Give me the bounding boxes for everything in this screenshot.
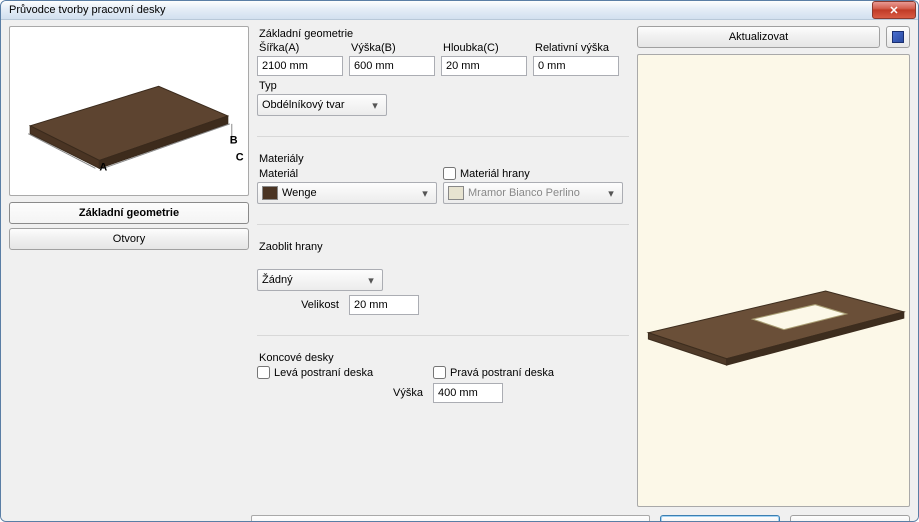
close-button[interactable]: ✕ <box>872 1 916 19</box>
nav-geometry-label: Základní geometrie <box>79 207 179 219</box>
material-value: Wenge <box>282 187 317 199</box>
left-panel-label: Levá postraní deska <box>274 367 373 379</box>
titlebar: Průvodce tvorby pracovní desky ✕ <box>1 1 918 20</box>
chevron-down-icon: ▾ <box>604 187 618 200</box>
main-area: A B C Základní geometrie Otvory <box>9 26 910 507</box>
chevron-down-icon: ▾ <box>368 99 382 112</box>
update-button-label: Aktualizovat <box>729 31 788 43</box>
middle-column: Základní geometrie Šířka(A) Výška(B) <box>257 26 629 507</box>
selected-worktop-field[interactable]: Worktop_002 <box>251 515 650 522</box>
materials-group: Materiály Materiál Wenge ▾ <box>257 151 629 216</box>
left-panel-checkbox[interactable] <box>257 366 270 379</box>
material-label: Materiál <box>259 168 437 180</box>
edge-material-value: Mramor Bianco Perlino <box>468 187 580 199</box>
edge-material-checkbox[interactable] <box>443 167 456 180</box>
rounding-title: Zaoblit hrany <box>259 241 629 253</box>
endpanel-height-label: Výška <box>257 387 427 399</box>
ok-button[interactable]: OK <box>660 515 780 522</box>
material-swatch-icon <box>262 186 278 200</box>
close-icon: ✕ <box>889 4 898 17</box>
left-column: A B C Základní geometrie Otvory <box>9 26 249 507</box>
right-panel-checkbox[interactable] <box>433 366 446 379</box>
edge-swatch-icon <box>448 186 464 200</box>
rounding-group: Zaoblit hrany Žádný ▾ Velikost <box>257 239 629 327</box>
chevron-down-icon: ▾ <box>418 187 432 200</box>
divider <box>257 136 629 137</box>
nav-geometry-button[interactable]: Základní geometrie <box>9 202 249 224</box>
materials-title: Materiály <box>259 153 629 165</box>
geometry-group: Základní geometrie Šířka(A) Výška(B) <box>257 26 629 128</box>
edge-material-checkbox-label: Materiál hrany <box>460 168 530 180</box>
chevron-down-icon: ▾ <box>364 274 378 287</box>
right-panel-label: Pravá postraní deska <box>450 367 554 379</box>
rounding-mode-value: Žádný <box>262 274 293 286</box>
rounding-size-input[interactable] <box>349 295 419 315</box>
type-value: Obdélníkový tvar <box>262 99 345 111</box>
rel-height-input[interactable] <box>533 56 619 76</box>
left-nav: Základní geometrie Otvory <box>9 202 249 250</box>
worktop-diagram-icon: A B C <box>10 27 248 195</box>
depth-input[interactable] <box>441 56 527 76</box>
material-combo[interactable]: Wenge ▾ <box>257 182 437 204</box>
svg-text:B: B <box>230 135 238 147</box>
width-label: Šířka(A) <box>259 42 343 54</box>
geometry-title: Základní geometrie <box>259 28 629 40</box>
rounding-size-label: Velikost <box>257 299 343 311</box>
worktop-3d-icon <box>638 55 909 506</box>
window-title: Průvodce tvorby pracovní desky <box>9 4 872 16</box>
svg-text:A: A <box>99 161 107 173</box>
depth-label: Hloubka(C) <box>443 42 527 54</box>
height-input[interactable] <box>349 56 435 76</box>
view-3d-button[interactable] <box>886 26 910 48</box>
edge-material-combo[interactable]: Mramor Bianco Perlino ▾ <box>443 182 623 204</box>
divider <box>257 224 629 225</box>
dialog-body: A B C Základní geometrie Otvory <box>1 20 918 522</box>
height-label: Výška(B) <box>351 42 435 54</box>
shape-preview: A B C <box>9 26 249 196</box>
type-combo[interactable]: Obdélníkový tvar ▾ <box>257 94 387 116</box>
right-column: Aktualizovat <box>637 26 910 507</box>
endpanels-group: Koncové desky Levá postraní deska Pravá … <box>257 350 629 415</box>
nav-holes-label: Otvory <box>113 233 145 245</box>
update-button[interactable]: Aktualizovat <box>637 26 880 48</box>
type-label: Typ <box>259 80 387 92</box>
rel-height-label: Relativní výška <box>535 42 619 54</box>
cancel-button[interactable]: Storno <box>790 515 910 522</box>
width-input[interactable] <box>257 56 343 76</box>
rounding-mode-combo[interactable]: Žádný ▾ <box>257 269 383 291</box>
endpanel-height-input[interactable] <box>433 383 503 403</box>
endpanels-title: Koncové desky <box>259 352 629 364</box>
svg-text:C: C <box>236 151 244 163</box>
nav-holes-button[interactable]: Otvory <box>9 228 249 250</box>
cube-icon <box>892 31 904 43</box>
preview-viewport[interactable] <box>637 54 910 507</box>
dialog-window: Průvodce tvorby pracovní desky ✕ A <box>0 0 919 522</box>
footer: Vybraná pracovní deska Worktop_002 OK St… <box>9 513 910 522</box>
divider <box>257 335 629 336</box>
